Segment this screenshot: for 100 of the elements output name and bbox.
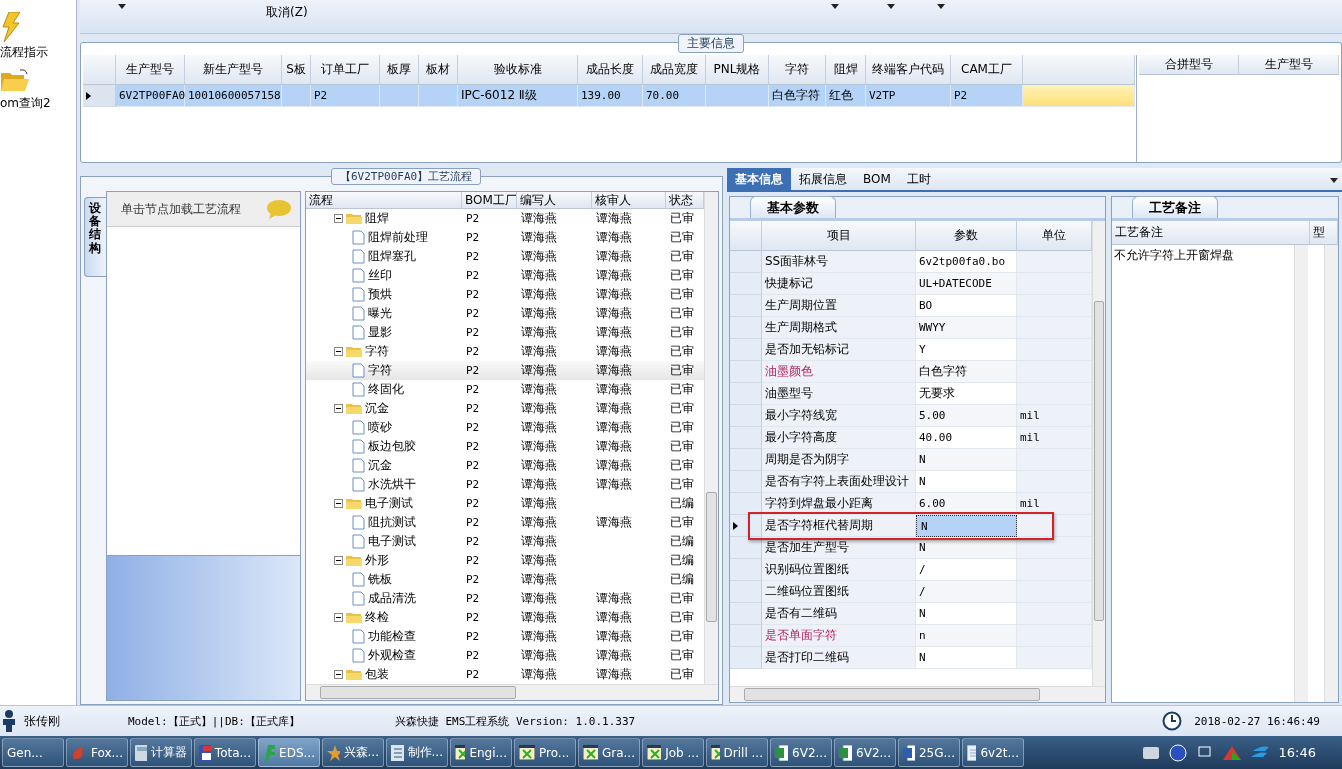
table-cell: 已审 <box>670 628 694 645</box>
dropdown-caret-icon[interactable] <box>830 4 839 9</box>
parameter-name: 油墨颜色 <box>762 361 916 383</box>
tab[interactable]: 拓展信息 <box>791 168 855 190</box>
table-cell: 谭海燕 <box>596 419 632 436</box>
table-cell: 谭海燕 <box>596 305 632 322</box>
panel-tab[interactable]: 工艺备注 <box>1132 196 1218 218</box>
document-icon <box>352 325 365 340</box>
parameter-value: 5.00 <box>916 405 1017 427</box>
dropdown-caret-icon[interactable] <box>886 4 895 9</box>
taskbar-button[interactable]: 制作... <box>386 738 448 767</box>
column-header: 成品长度 <box>578 55 643 86</box>
table-cell: 已审 <box>670 362 694 379</box>
dropdown-caret-icon[interactable] <box>936 4 945 9</box>
table-cell: P2 <box>466 440 480 453</box>
table-cell: 谭海燕 <box>521 362 557 379</box>
column-header: 项目 <box>762 221 916 251</box>
table-cell: P2 <box>466 478 480 491</box>
step-name: 板边包胶 <box>368 438 416 455</box>
tab[interactable]: 基本信息 <box>727 168 791 190</box>
dropdown-caret-icon[interactable] <box>1330 178 1338 183</box>
panel-title: 【6V2TP00FA0】工艺流程 <box>331 168 482 185</box>
row-header[interactable] <box>83 85 116 108</box>
taskbar-button[interactable]: Fox... <box>66 738 128 767</box>
clock-time: 16:46 <box>1278 745 1316 760</box>
parameter-value: N <box>916 471 1017 493</box>
parameter-name: 生产周期位置 <box>762 295 916 317</box>
taskbar-button[interactable]: 兴森... <box>322 738 384 767</box>
collapse-icon[interactable] <box>334 214 343 223</box>
document-icon <box>352 230 365 245</box>
step-name: 曝光 <box>368 305 392 322</box>
app-icon <box>263 744 276 761</box>
collapse-icon[interactable] <box>334 556 343 565</box>
sidebar-item[interactable]: om查询2 <box>0 95 51 112</box>
taskbar-button[interactable]: Engi... <box>450 738 512 767</box>
taskbar-button[interactable]: 计算器 <box>130 738 192 767</box>
taskbar-button[interactable]: Job ... <box>642 738 704 767</box>
table-cell: P2 <box>466 630 480 643</box>
table-cell: P2 <box>466 250 480 263</box>
table-cell: 谭海燕 <box>521 609 557 626</box>
help-icon <box>1168 743 1187 762</box>
sidebar-item[interactable]: 流程指示 <box>0 44 48 61</box>
collapse-icon[interactable] <box>334 404 343 413</box>
parameter-value: 6v2tp00fa0.bo <box>916 251 1017 273</box>
collapse-icon[interactable] <box>334 613 343 622</box>
step-name: 丝印 <box>368 267 392 284</box>
step-name: 阻抗测试 <box>368 514 416 531</box>
table-cell: 谭海燕 <box>596 400 632 417</box>
column-header: 终端客户代码 <box>866 55 951 86</box>
parameter-name: 是否打印二维码 <box>762 647 916 669</box>
table-cell: 谭海燕 <box>521 552 557 569</box>
table-cell: 已审 <box>670 210 694 227</box>
tab[interactable]: 工时 <box>898 168 939 190</box>
tree-row[interactable]: 字符 P2 谭海燕 谭海燕 已审 <box>306 361 704 380</box>
taskbar-button[interactable]: Gen... <box>2 738 64 767</box>
taskbar-button[interactable]: 6v2t... <box>962 738 1024 767</box>
table-cell: 谭海燕 <box>596 476 632 493</box>
table-cell: 谭海燕 <box>596 286 632 303</box>
document-icon <box>352 382 365 397</box>
spreadsheet-icon <box>775 744 789 761</box>
table-cell: 已审 <box>670 381 694 398</box>
parameter-value: / <box>916 559 1017 581</box>
taskbar-button[interactable]: Tota... <box>194 738 256 767</box>
step-name: 阻焊塞孔 <box>368 248 416 265</box>
corner-header <box>83 55 116 86</box>
parameter-value: Y <box>916 339 1017 361</box>
table-cell: 已审 <box>670 267 694 284</box>
table-cell: 已审 <box>670 400 694 417</box>
parameter-value: 40.00 <box>916 427 1017 449</box>
folder-icon <box>346 497 362 510</box>
table-cell: 已编 <box>670 495 694 512</box>
taskbar-button[interactable]: 6V2... <box>834 738 896 767</box>
parameter-name: 最小字符线宽 <box>762 405 916 427</box>
toolbar-button[interactable]: 取消(Z) <box>260 4 314 21</box>
side-tab[interactable]: 设备结构 <box>84 197 106 277</box>
step-name: 显影 <box>368 324 392 341</box>
table-cell: 谭海燕 <box>521 400 557 417</box>
panel-tab[interactable]: 基本参数 <box>750 196 836 218</box>
document-icon <box>352 439 365 454</box>
taskbar-button[interactable]: Pro... <box>514 738 576 767</box>
taskbar-button[interactable]: 25G... <box>898 738 960 767</box>
table-cell: P2 <box>466 592 480 605</box>
parameter-name: 是否加生产型号 <box>762 537 916 559</box>
taskbar-button[interactable]: Gra... <box>578 738 640 767</box>
row-header[interactable] <box>730 515 762 537</box>
table-cell: 谭海燕 <box>596 210 632 227</box>
taskbar-button[interactable]: Drill ... <box>706 738 768 767</box>
column-header: 新生产型号 <box>185 55 282 86</box>
table-cell: 已审 <box>670 419 694 436</box>
parameter-value: BO <box>916 295 1017 317</box>
tab[interactable]: BOM <box>855 168 899 190</box>
table-cell: 谭海燕 <box>521 438 557 455</box>
collapse-icon[interactable] <box>334 347 343 356</box>
collapse-icon[interactable] <box>334 670 343 679</box>
collapse-icon[interactable] <box>334 499 343 508</box>
document-icon <box>352 591 365 606</box>
dropdown-caret-icon[interactable] <box>118 4 126 9</box>
taskbar-button[interactable]: 6V2... <box>770 738 832 767</box>
step-name: 字符 <box>365 343 389 360</box>
table-cell: 谭海燕 <box>521 419 557 436</box>
